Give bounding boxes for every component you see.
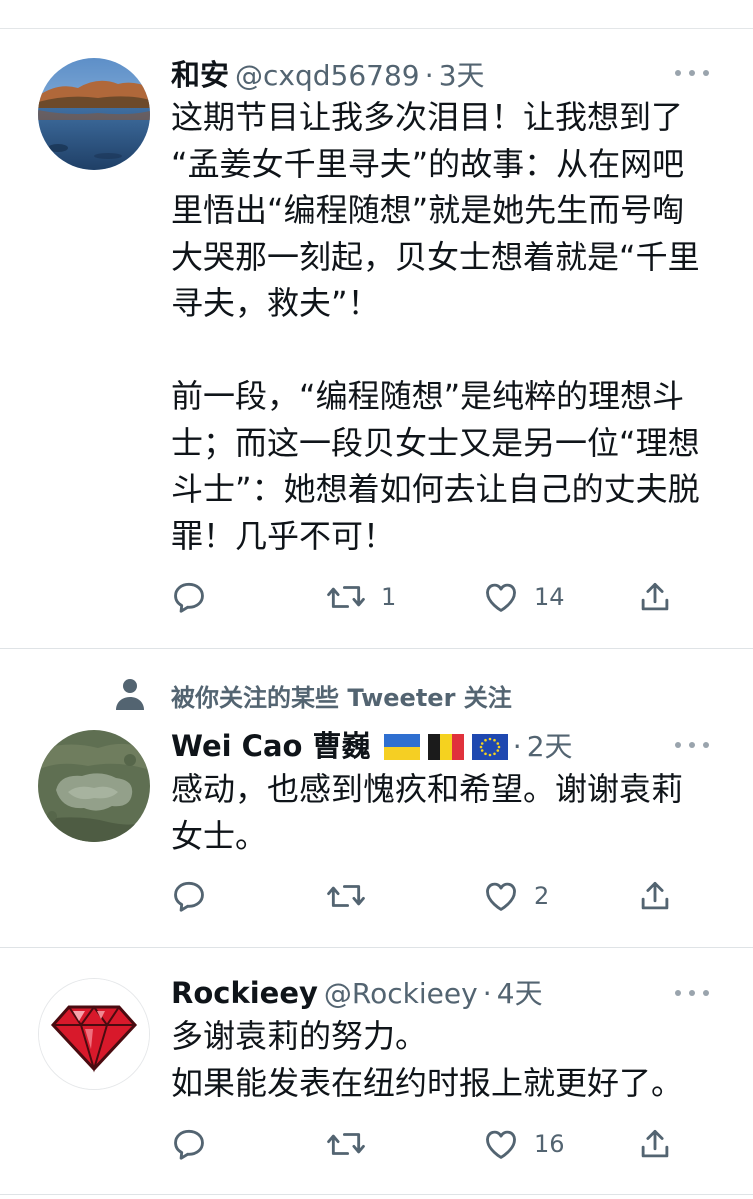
like-button[interactable]: 16 — [482, 1124, 565, 1164]
retweet-icon — [327, 1133, 365, 1155]
lake-landscape-avatar — [38, 58, 150, 170]
display-name[interactable]: 和安 — [171, 58, 229, 92]
reply-button[interactable] — [170, 577, 222, 617]
tweet-divider — [0, 648, 753, 649]
tweet-divider — [0, 1194, 753, 1195]
retweet-icon — [327, 885, 365, 907]
tweet-text: 感动，也感到愧疚和希望。谢谢袁莉 女士。 — [171, 770, 684, 855]
eu-flag-icon — [471, 734, 508, 764]
user-handle[interactable]: @cxqd56789 — [235, 59, 420, 92]
timestamp[interactable]: 3天 — [439, 59, 485, 92]
tweet-header: Rockieey @Rockieey · 4天 — [171, 972, 543, 1012]
like-count: 14 — [534, 583, 565, 611]
share-button[interactable] — [636, 577, 674, 617]
like-count: 2 — [534, 882, 550, 910]
display-name[interactable]: Rockieey — [171, 976, 318, 1010]
social-context[interactable]: 被你关注的某些 Tweeter 关注 — [171, 678, 512, 712]
tweet-text: 多谢袁莉的努力。 如果能发表在纽约时报上就更好了。 — [171, 1017, 684, 1102]
belgium-flag-icon — [427, 734, 464, 764]
share-button[interactable] — [636, 876, 674, 916]
tweet-actions: 1 14 — [170, 577, 690, 617]
separator-dot: · — [512, 730, 522, 763]
retweet-button[interactable] — [325, 876, 381, 916]
tweet-text: 这期节目让我多次泪目！让我想到了 “孟姜女千里寻夫”的故事：从在网吧 里悟出“编… — [171, 98, 700, 555]
reply-button[interactable] — [170, 876, 222, 916]
top-divider — [0, 28, 753, 29]
heart-icon — [486, 1130, 516, 1159]
tweet-header: 和安 @cxqd56789 · 3天 — [171, 52, 485, 92]
satellite-map-avatar — [38, 730, 150, 842]
retweet-button[interactable]: 1 — [325, 577, 396, 617]
reply-icon — [174, 1129, 204, 1160]
separator-dot: · — [482, 977, 492, 1010]
more-options-icon[interactable] — [675, 68, 711, 78]
tweet-feed: 和安 @cxqd56789 · 3天 这期节目让我多次泪目！让我想到了 “孟姜女千… — [0, 0, 753, 1199]
avatar[interactable] — [38, 978, 150, 1090]
share-button[interactable] — [636, 1124, 674, 1164]
share-icon — [641, 881, 669, 910]
person-icon — [116, 679, 144, 710]
more-options-icon[interactable] — [675, 988, 711, 998]
avatar[interactable] — [38, 730, 150, 842]
tweet-actions: 2 — [170, 876, 690, 916]
like-button[interactable]: 2 — [482, 876, 549, 916]
ukraine-flag-icon — [383, 734, 420, 764]
tweet-divider — [0, 947, 753, 948]
share-icon — [641, 1129, 669, 1158]
like-count: 16 — [534, 1130, 565, 1158]
like-button[interactable]: 14 — [482, 577, 565, 617]
retweet-icon — [327, 586, 365, 608]
timestamp[interactable]: 2天 — [527, 730, 573, 763]
timestamp[interactable]: 4天 — [497, 977, 543, 1010]
tweet-actions: 16 — [170, 1124, 690, 1164]
tweet-header: Wei Cao 曹巍 · 2天 — [171, 723, 573, 763]
more-options-icon[interactable] — [675, 740, 711, 750]
heart-icon — [486, 583, 516, 612]
separator-dot: · — [424, 59, 434, 92]
retweet-count: 1 — [381, 583, 397, 611]
reply-icon — [174, 582, 204, 613]
share-icon — [641, 582, 669, 611]
heart-icon — [486, 882, 516, 911]
user-handle[interactable]: @Rockieey — [324, 977, 478, 1010]
reply-icon — [174, 881, 204, 912]
ruby-gem-avatar — [39, 979, 149, 1089]
retweet-button[interactable] — [325, 1124, 381, 1164]
display-name[interactable]: Wei Cao 曹巍 — [171, 729, 371, 763]
avatar[interactable] — [38, 58, 150, 170]
reply-button[interactable] — [170, 1124, 222, 1164]
